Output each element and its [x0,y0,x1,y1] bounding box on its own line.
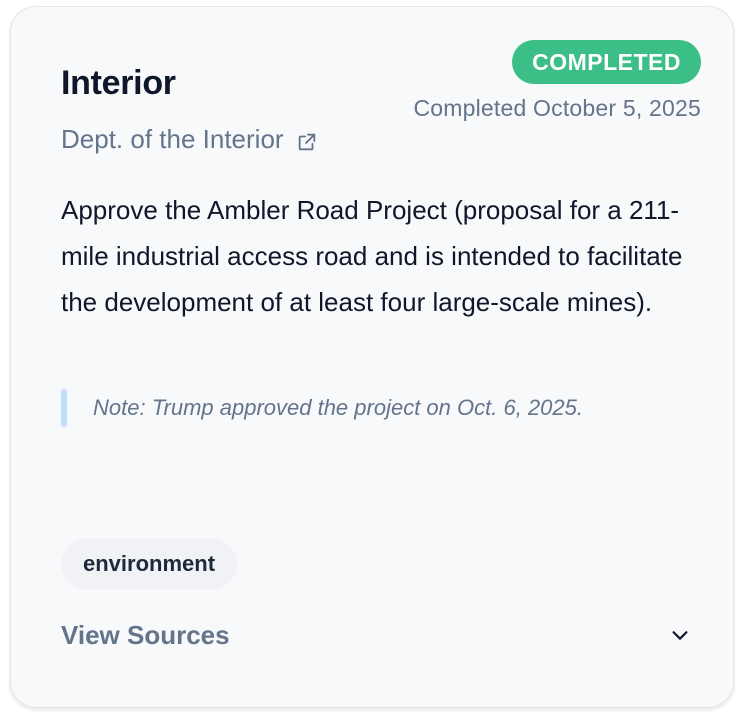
view-sources-toggle[interactable]: View Sources [61,617,691,653]
chevron-down-icon [669,624,691,646]
view-sources-label: View Sources [61,620,230,650]
agency-label: Dept. of the Interior [61,124,284,154]
note-accent-bar [61,389,67,427]
card-title: Interior [61,64,176,102]
status-badge: COMPLETED [512,40,701,84]
note-text: Note: Trump approved the project on Oct.… [93,395,583,420]
external-link-icon [296,128,318,151]
item-card: Interior COMPLETED Completed October 5, … [10,6,734,708]
tag-chip[interactable]: environment [61,539,238,589]
completed-date: Completed October 5, 2025 [413,95,701,121]
note-block: Note: Trump approved the project on Oct.… [61,389,583,427]
agency-link[interactable]: Dept. of the Interior [61,123,318,155]
card-description: Approve the Ambler Road Project (proposa… [61,195,683,317]
